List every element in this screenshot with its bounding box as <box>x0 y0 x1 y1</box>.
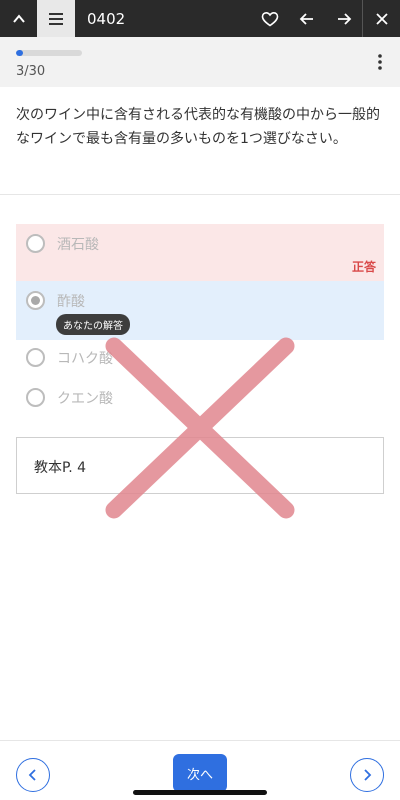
progress-header: 3/30 <box>0 37 400 87</box>
previous-button[interactable] <box>16 758 50 792</box>
option-label: 酒石酸 <box>57 237 99 253</box>
progress-text: 3/30 <box>16 64 46 79</box>
page-title: 0402 <box>87 9 126 28</box>
radio-button-selected[interactable] <box>26 291 45 310</box>
option-item[interactable]: コハク酸 <box>16 348 384 374</box>
next-button[interactable]: 次へ <box>173 754 227 792</box>
your-answer-badge: あなたの解答 <box>56 314 130 335</box>
radio-button[interactable] <box>26 348 45 367</box>
correct-answer-tag: 正答 <box>351 260 376 274</box>
chevron-left-icon <box>28 769 36 781</box>
arrow-left-icon[interactable] <box>288 0 325 37</box>
heart-icon[interactable] <box>251 0 288 37</box>
chevron-right-icon <box>364 769 372 781</box>
chevron-up-icon[interactable] <box>0 0 37 37</box>
home-indicator <box>133 790 267 795</box>
forward-button[interactable] <box>350 758 384 792</box>
progress-fill <box>16 50 23 56</box>
radio-button[interactable] <box>26 388 45 407</box>
footer-divider <box>0 740 400 741</box>
option-label: クエン酸 <box>57 391 113 407</box>
reference-text: 教本P. 4 <box>34 460 87 476</box>
option-label: 酢酸 <box>57 294 85 310</box>
close-icon[interactable] <box>363 0 400 37</box>
option-label: コハク酸 <box>57 351 113 367</box>
reference-box: 教本P. 4 <box>16 437 384 494</box>
option-item[interactable]: クエン酸 <box>16 388 384 414</box>
question-text: 次のワイン中に含有される代表的な有機酸の中から一般的なワインで最も含有量の多いも… <box>16 107 380 147</box>
more-options-icon[interactable] <box>378 54 382 74</box>
arrow-right-icon[interactable] <box>325 0 362 37</box>
menu-icon[interactable] <box>37 0 75 37</box>
top-bar: 0402 <box>0 0 400 37</box>
option-correct[interactable]: 酒石酸 正答 <box>16 224 384 281</box>
divider <box>0 194 400 195</box>
option-selected[interactable]: 酢酸 あなたの解答 <box>16 281 384 340</box>
progress-bar <box>16 50 82 56</box>
radio-button[interactable] <box>26 234 45 253</box>
